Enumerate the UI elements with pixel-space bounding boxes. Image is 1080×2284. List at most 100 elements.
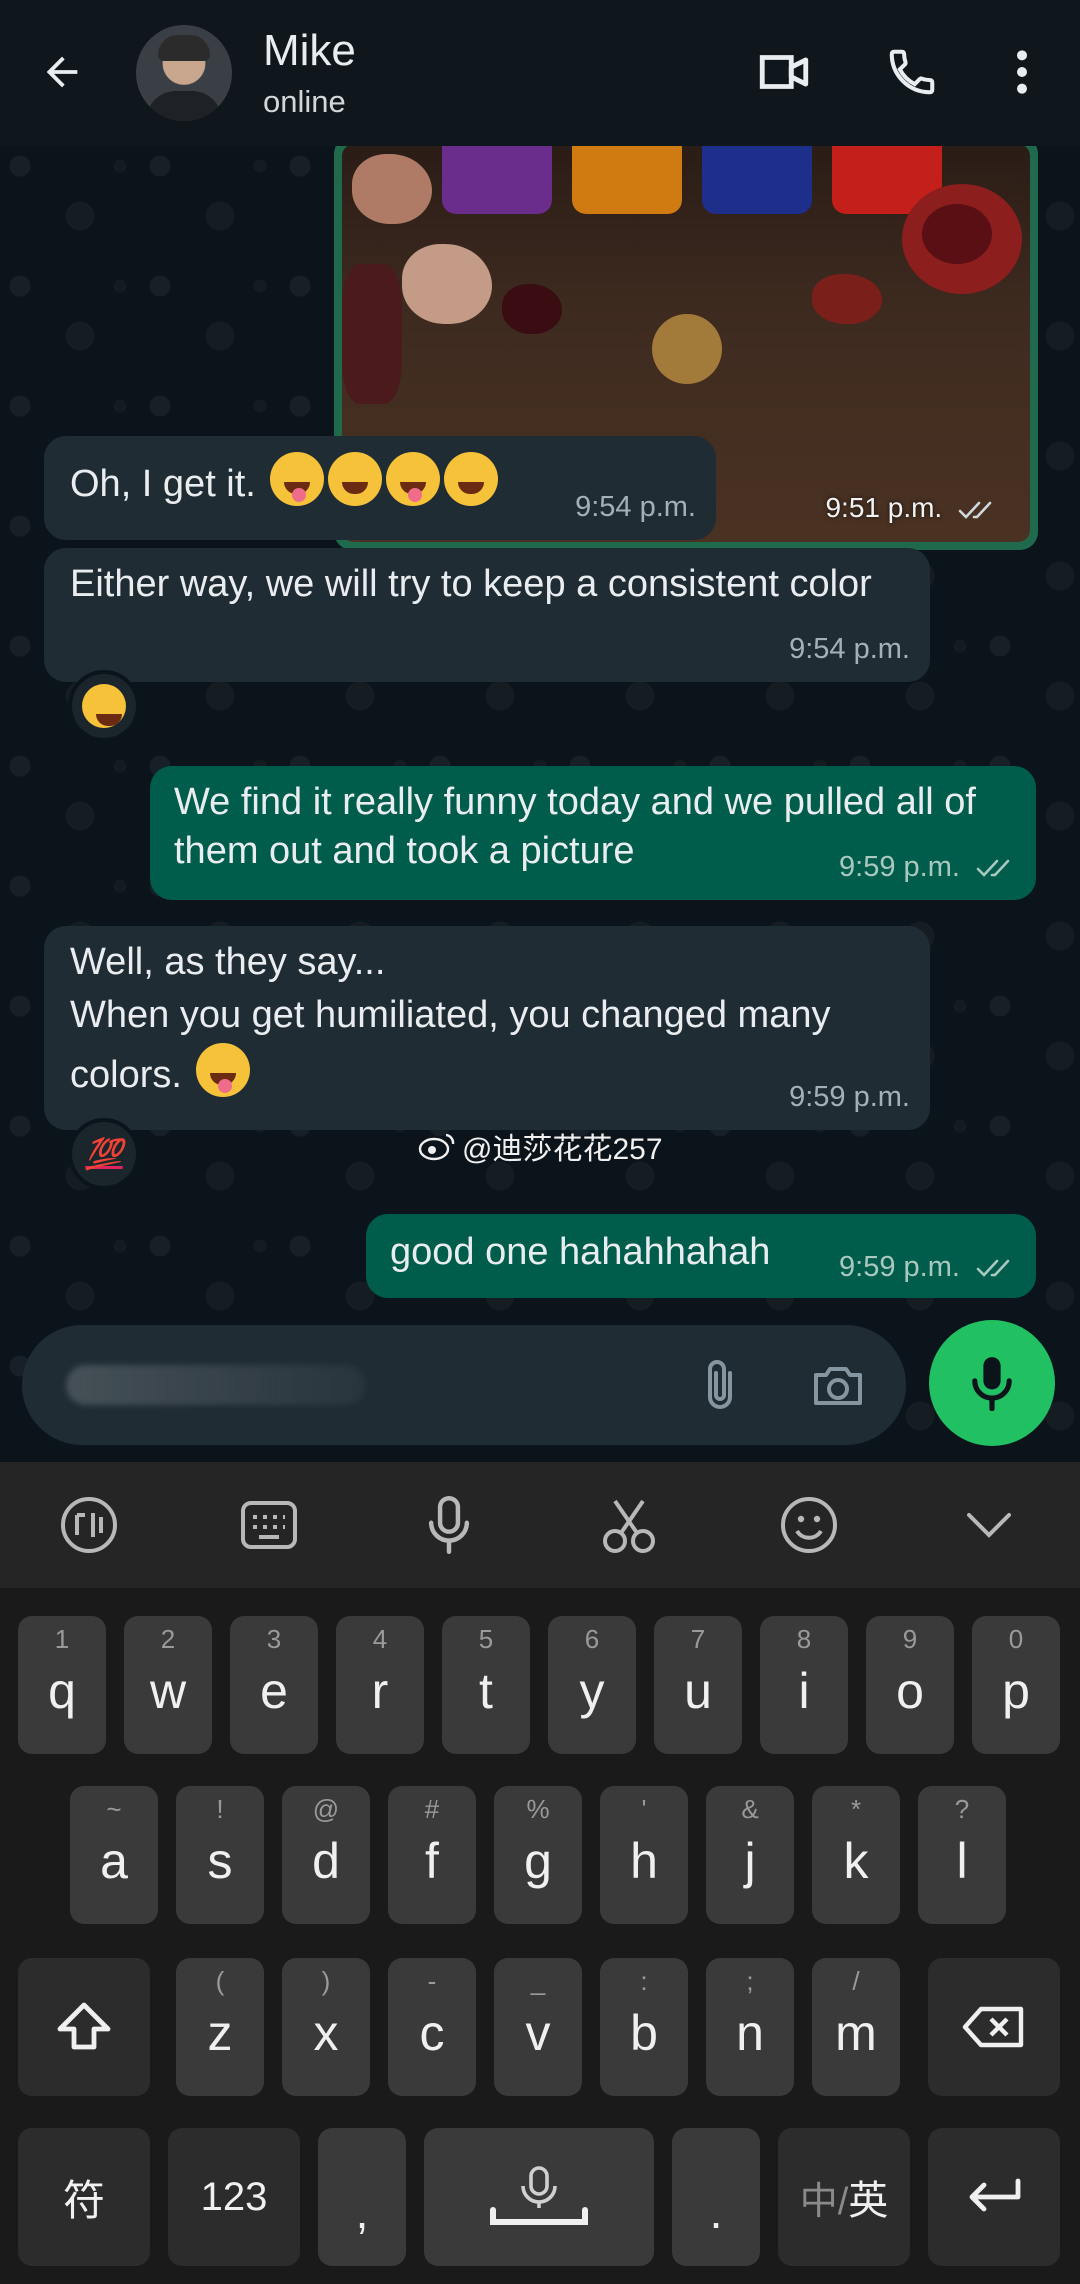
shift-key[interactable]: [18, 1958, 150, 2096]
key-k[interactable]: * k: [812, 1786, 900, 1924]
key-label: k: [843, 1833, 869, 1889]
key-label: o: [896, 1663, 924, 1719]
voice-message-button[interactable]: [929, 1320, 1055, 1446]
message-reaction[interactable]: 💯: [68, 1118, 140, 1190]
attach-icon[interactable]: [690, 1355, 750, 1415]
video-call-icon[interactable]: [752, 40, 816, 104]
key-label: x: [313, 2005, 339, 2061]
camera-icon[interactable]: [808, 1355, 868, 1415]
key-hint: :: [640, 1966, 648, 1996]
contact-name[interactable]: Mike: [263, 26, 356, 76]
contact-avatar[interactable]: [136, 25, 232, 121]
outgoing-message[interactable]: good one hahahhahah 9:59 p.m.: [366, 1214, 1036, 1298]
message-input-bar[interactable]: [22, 1325, 906, 1445]
message-text-line: Well, as they say...: [70, 941, 386, 983]
period-key[interactable]: .: [672, 2128, 760, 2266]
key-label: m: [835, 2005, 877, 2061]
key-hint: %: [526, 1794, 550, 1824]
key-c[interactable]: -c: [388, 1958, 476, 2096]
outgoing-message[interactable]: We find it really funny today and we pul…: [150, 766, 1036, 900]
back-arrow-icon[interactable]: [34, 44, 90, 100]
symbols-key[interactable]: 符: [18, 2128, 150, 2266]
key-hint: &: [741, 1794, 759, 1824]
chat-screen: Mike online 9:51 p.m. Oh, I get it. 9:54…: [0, 0, 1080, 2284]
double-check-icon: [976, 1260, 1010, 1278]
key-q[interactable]: 1q: [18, 1616, 106, 1754]
key-z[interactable]: (z: [176, 1958, 264, 2096]
message-time: 9:54 p.m.: [789, 633, 910, 665]
microphone-icon[interactable]: [416, 1492, 482, 1558]
face-with-tears-of-joy-emoji: [328, 452, 383, 506]
key-y[interactable]: 6y: [548, 1616, 636, 1754]
key-p[interactable]: 0p: [972, 1616, 1060, 1754]
key-label: p: [1002, 1663, 1030, 1719]
enter-arrow-icon: [969, 2178, 1021, 2212]
key-label: v: [525, 2005, 551, 2061]
key-hint: (: [215, 1966, 225, 1996]
key-hint: -: [427, 1966, 437, 1996]
message-time: 9:59 p.m.: [839, 1243, 1016, 1292]
key-j[interactable]: & j: [706, 1786, 794, 1924]
incoming-message[interactable]: Oh, I get it. 9:54 p.m.: [44, 436, 716, 540]
numbers-key[interactable]: 123: [168, 2128, 300, 2266]
key-l[interactable]: ? l: [918, 1786, 1006, 1924]
weibo-logo-icon: [418, 1133, 455, 1161]
key-u[interactable]: 7u: [654, 1616, 742, 1754]
key-hint: ': [641, 1794, 647, 1824]
key-o[interactable]: 9o: [866, 1616, 954, 1754]
key-r[interactable]: 4r: [336, 1616, 424, 1754]
key-label: u: [684, 1663, 712, 1719]
key-label: f: [425, 1833, 439, 1889]
key-f[interactable]: # f: [388, 1786, 476, 1924]
key-label: r: [371, 1663, 389, 1719]
key-hint: 8: [796, 1624, 812, 1654]
key-i[interactable]: 8i: [760, 1616, 848, 1754]
message-input-field[interactable]: [66, 1365, 366, 1405]
key-s[interactable]: ! s: [176, 1786, 264, 1924]
key-a[interactable]: ~ a: [70, 1786, 158, 1924]
key-label: t: [479, 1663, 493, 1719]
key-label: s: [207, 1833, 233, 1889]
hide-keyboard-chevron-icon[interactable]: [956, 1492, 1022, 1558]
key-label: g: [524, 1833, 552, 1889]
watermark: @迪莎花花257: [418, 1124, 663, 1168]
key-hint: 2: [160, 1624, 176, 1654]
enter-key[interactable]: [928, 2128, 1060, 2266]
key-hint: 0: [1008, 1624, 1024, 1654]
key-label: q: [48, 1663, 76, 1719]
backspace-key[interactable]: [928, 1958, 1060, 2096]
space-mic-icon: [490, 2166, 588, 2225]
key-m[interactable]: / m: [812, 1958, 900, 2096]
emoji-icon[interactable]: [776, 1492, 842, 1558]
comma-key[interactable]: ,: [318, 2128, 406, 2266]
key-hint: ;: [746, 1966, 754, 1996]
message-list[interactable]: 9:51 p.m. Oh, I get it. 9:54 p.m. Either…: [0, 146, 1080, 1462]
double-check-icon: [958, 501, 992, 519]
message-reaction[interactable]: [68, 670, 140, 742]
key-hint: 7: [690, 1624, 706, 1654]
contact-status: online: [263, 84, 346, 119]
key-hint: 3: [266, 1624, 282, 1654]
language-switch-key[interactable]: 中/英: [778, 2128, 910, 2266]
more-options-icon[interactable]: [990, 40, 1054, 104]
key-b[interactable]: :b: [600, 1958, 688, 2096]
key-label: b: [630, 2005, 658, 2061]
keyboard-layout-icon[interactable]: [236, 1492, 302, 1558]
key-w[interactable]: 2w: [124, 1616, 212, 1754]
voice-call-icon[interactable]: [880, 40, 944, 104]
key-n[interactable]: ; n: [706, 1958, 794, 2096]
key-h[interactable]: ' h: [600, 1786, 688, 1924]
key-x[interactable]: ) x: [282, 1958, 370, 2096]
shift-arrow-icon: [57, 2002, 111, 2050]
incoming-message[interactable]: Well, as they say... When you get humili…: [44, 926, 930, 1130]
scissors-icon[interactable]: [596, 1492, 662, 1558]
incoming-message[interactable]: Either way, we will try to keep a consis…: [44, 548, 930, 682]
key-g[interactable]: % g: [494, 1786, 582, 1924]
voice-input-logo-icon[interactable]: [56, 1492, 122, 1558]
key-v[interactable]: _ v: [494, 1958, 582, 2096]
key-label: w: [149, 1663, 187, 1719]
key-t[interactable]: 5t: [442, 1616, 530, 1754]
space-key[interactable]: [424, 2128, 654, 2266]
key-d[interactable]: @ d: [282, 1786, 370, 1924]
key-e[interactable]: 3e: [230, 1616, 318, 1754]
